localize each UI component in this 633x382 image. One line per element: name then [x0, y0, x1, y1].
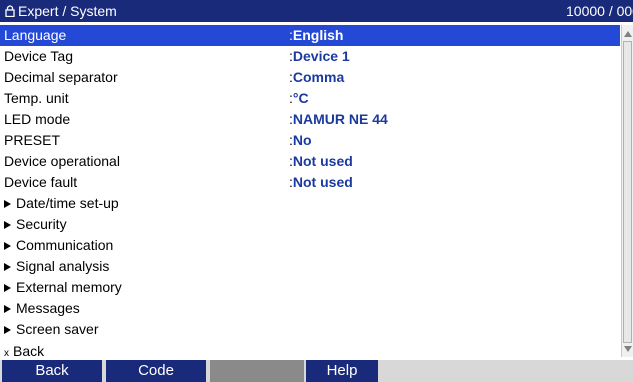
- submenu-label: Messages: [16, 300, 80, 316]
- menu-item-value-text: English: [292, 27, 344, 43]
- menu-item-temp-unit[interactable]: Temp. unit :°C: [0, 88, 620, 109]
- menu-item-value: :NAMUR NE 44: [289, 109, 388, 130]
- softkey-bar: Back Code Help: [0, 360, 633, 382]
- title-bar: Expert / System 10000 / 000: [0, 0, 633, 22]
- menu-item-value: :°C: [289, 88, 309, 109]
- menu-item-value-text: °C: [292, 90, 309, 106]
- menu-item-label: PRESET: [4, 132, 61, 148]
- menu-item-label: Language: [4, 27, 67, 43]
- vertical-scrollbar[interactable]: [621, 25, 633, 357]
- submenu-label: External memory: [16, 279, 122, 295]
- triangle-right-icon: [4, 242, 11, 250]
- submenu-communication[interactable]: Communication: [0, 235, 620, 256]
- triangle-right-icon: [4, 305, 11, 313]
- menu-item-label: Device fault: [4, 174, 78, 190]
- submenu-label: Security: [16, 216, 67, 232]
- menu-item-value: :No: [289, 130, 312, 151]
- menu-item-preset[interactable]: PRESET :No: [0, 130, 620, 151]
- triangle-right-icon: [4, 221, 11, 229]
- submenu-external-memory[interactable]: External memory: [0, 277, 620, 298]
- menu-item-value-text: Comma: [292, 69, 345, 85]
- submenu-entry: Date/time set-up: [4, 193, 119, 214]
- submenu-label: Signal analysis: [16, 258, 110, 274]
- scroll-down-arrow-icon[interactable]: [624, 346, 632, 352]
- back-label: Back: [13, 343, 45, 357]
- submenu-security[interactable]: Security: [0, 214, 620, 235]
- back-entry: x Back: [4, 341, 44, 357]
- triangle-right-icon: [4, 284, 11, 292]
- submenu-entry: External memory: [4, 277, 122, 298]
- submenu-screen-saver[interactable]: Screen saver: [0, 319, 620, 340]
- menu-item-value: :Comma: [289, 67, 344, 88]
- menu-item-decimal-separator[interactable]: Decimal separator :Comma: [0, 67, 620, 88]
- submenu-label: Date/time set-up: [16, 195, 119, 211]
- triangle-right-icon: [4, 326, 11, 334]
- submenu-entry: Screen saver: [4, 319, 98, 340]
- submenu-entry: Signal analysis: [4, 256, 109, 277]
- menu-item-device-fault[interactable]: Device fault :Not used: [0, 172, 620, 193]
- softkey-code-button[interactable]: Code: [106, 360, 206, 382]
- back-marker-icon: x: [4, 348, 9, 357]
- device-screen: Expert / System 10000 / 000 Language :En…: [0, 0, 633, 382]
- menu-item-value-text: No: [292, 132, 312, 148]
- submenu-date-time-setup[interactable]: Date/time set-up: [0, 193, 620, 214]
- softkey-back-button[interactable]: Back: [2, 360, 102, 382]
- menu-item-device-tag[interactable]: Device Tag :Device 1: [0, 46, 620, 67]
- menu-item-value: :Not used: [289, 151, 353, 172]
- menu-item-value-text: Not used: [292, 174, 353, 190]
- triangle-right-icon: [4, 200, 11, 208]
- menu-item-value-text: Not used: [292, 153, 353, 169]
- menu-item-value: :Not used: [289, 172, 353, 193]
- menu-item-label: LED mode: [4, 111, 71, 127]
- submenu-label: Communication: [16, 237, 114, 253]
- page-title: Expert / System: [18, 3, 117, 19]
- lock-icon: [5, 5, 15, 17]
- submenu-entry: Messages: [4, 298, 80, 319]
- header-counter: 10000 / 000: [566, 3, 633, 19]
- submenu-entry: Security: [4, 214, 67, 235]
- submenu-signal-analysis[interactable]: Signal analysis: [0, 256, 620, 277]
- menu-list: Language :English Device Tag :Device 1 D…: [0, 25, 620, 357]
- menu-item-value: :English: [289, 25, 343, 46]
- menu-item-language[interactable]: Language :English: [0, 25, 620, 46]
- menu-item-label: Temp. unit: [4, 90, 69, 106]
- triangle-right-icon: [4, 263, 11, 271]
- scroll-thumb[interactable]: [623, 41, 632, 343]
- menu-item-label: Device operational: [4, 153, 120, 169]
- menu-item-value: :Device 1: [289, 46, 350, 67]
- menu-item-back[interactable]: x Back: [0, 341, 620, 357]
- menu-item-led-mode[interactable]: LED mode :NAMUR NE 44: [0, 109, 620, 130]
- submenu-messages[interactable]: Messages: [0, 298, 620, 319]
- menu-item-label: Device Tag: [4, 48, 74, 64]
- scroll-up-arrow-icon[interactable]: [624, 31, 632, 37]
- menu-item-value-text: Device 1: [292, 48, 350, 64]
- submenu-entry: Communication: [4, 235, 113, 256]
- menu-item-device-operational[interactable]: Device operational :Not used: [0, 151, 620, 172]
- menu-item-value-text: NAMUR NE 44: [292, 111, 388, 127]
- submenu-label: Screen saver: [16, 321, 99, 337]
- menu-item-label: Decimal separator: [4, 69, 118, 85]
- softkey-empty-button[interactable]: [210, 360, 304, 382]
- softkey-help-button[interactable]: Help: [306, 360, 378, 382]
